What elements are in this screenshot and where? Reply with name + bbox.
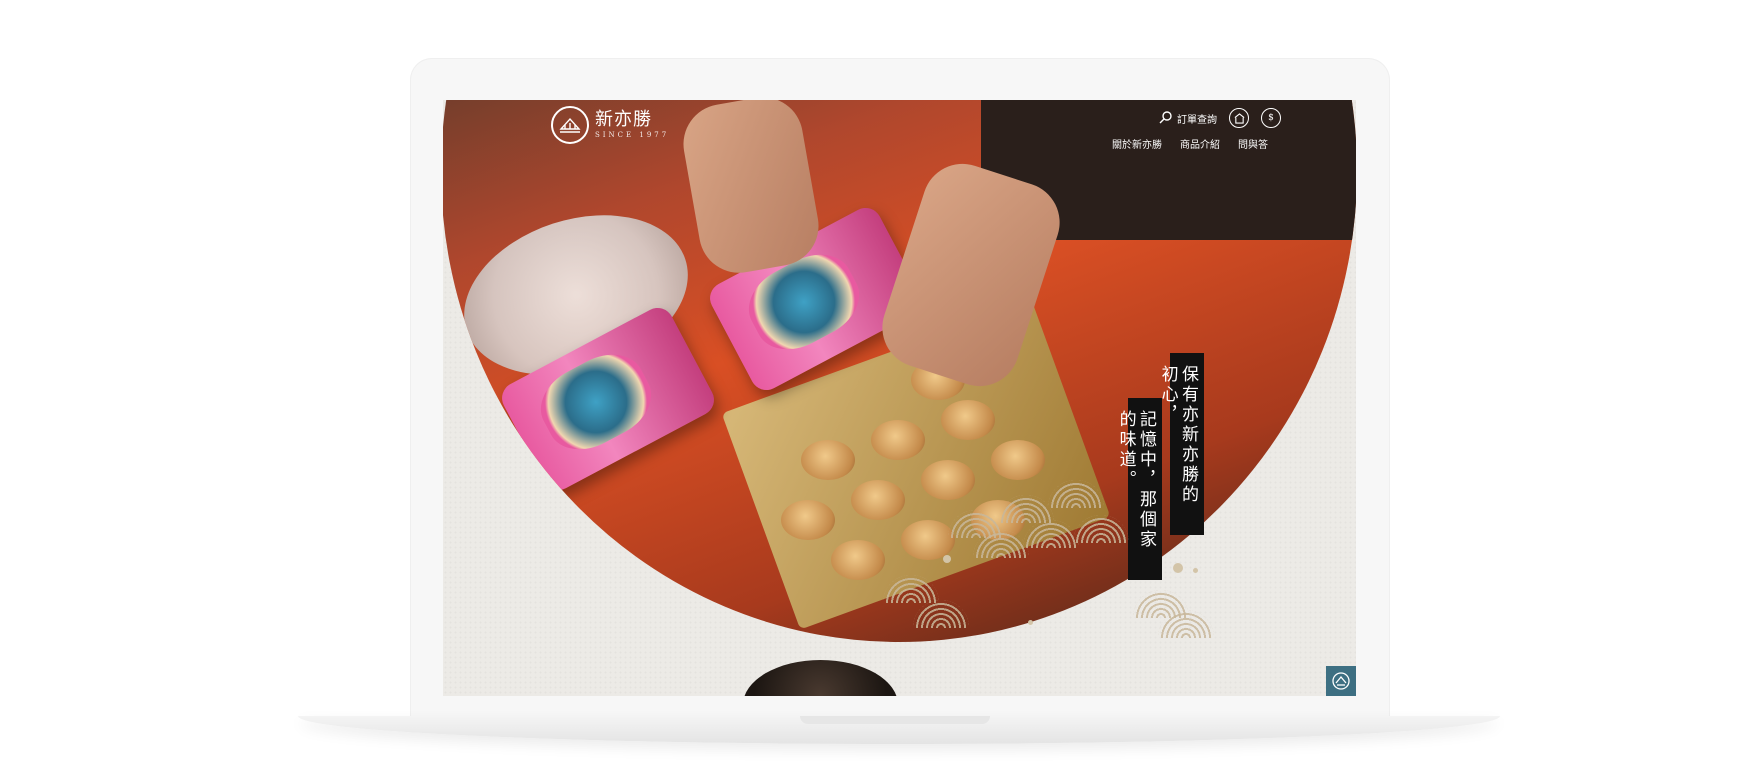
main-nav: 關於新亦勝 商品介紹 問與答 — [1112, 136, 1268, 151]
nav-item-products[interactable]: 商品介紹 — [1180, 136, 1220, 151]
mooncake — [801, 440, 855, 480]
brand-since: SINCE 1977 — [595, 131, 670, 139]
order-query-link[interactable]: 訂單查詢 — [1159, 110, 1217, 127]
brand-logo[interactable]: 新亦勝 SINCE 1977 — [551, 106, 669, 144]
logo-mark-icon — [551, 106, 589, 144]
mooncake — [941, 400, 995, 440]
hero-tagline-line1: 保有亦新亦勝的初心， — [1158, 353, 1204, 535]
money-icon[interactable]: $ — [1261, 108, 1281, 128]
mooncake — [921, 460, 975, 500]
hand — [677, 100, 825, 280]
laptop-notch — [800, 716, 990, 724]
mooncake — [991, 440, 1045, 480]
brand-name: 新亦勝 — [595, 109, 652, 130]
mooncake — [851, 480, 905, 520]
mooncake — [871, 420, 925, 460]
mooncake — [831, 540, 885, 580]
mooncake — [781, 500, 835, 540]
home-button[interactable] — [1326, 666, 1356, 696]
utility-bar: 訂單查詢 $ — [1159, 108, 1281, 128]
product-bowl-image — [743, 660, 898, 696]
hero-tagline-line2: 記憶中，那個家的味道。 — [1116, 398, 1162, 580]
nav-item-faq[interactable]: 問與答 — [1238, 136, 1268, 151]
order-query-label: 訂單查詢 — [1177, 114, 1217, 126]
mooncake — [901, 520, 955, 560]
shop-icon[interactable] — [1229, 108, 1249, 128]
search-icon — [1159, 110, 1173, 127]
home-icon — [1332, 672, 1350, 690]
hero-image — [443, 100, 1356, 642]
screen: 新亦勝 SINCE 1977 訂單查詢 $ 關於新亦勝 商品介紹 問與答 保有亦… — [443, 100, 1356, 696]
nav-item-about[interactable]: 關於新亦勝 — [1112, 136, 1162, 151]
